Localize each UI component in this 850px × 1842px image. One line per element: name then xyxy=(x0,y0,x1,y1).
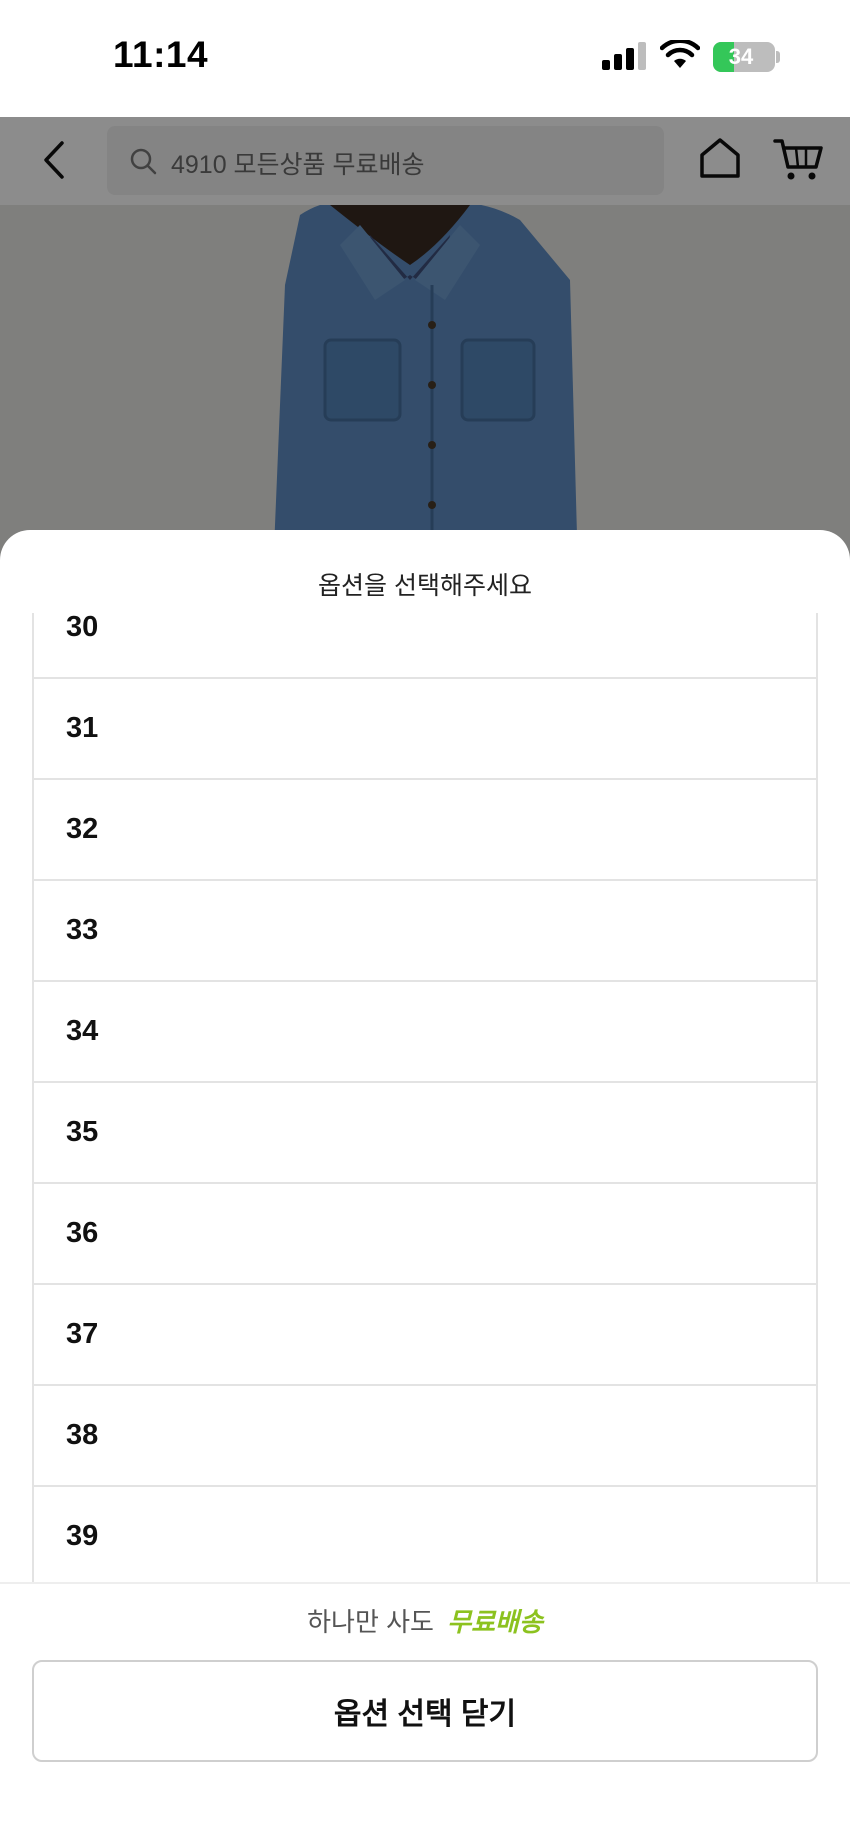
option-row[interactable]: 33 xyxy=(34,881,816,982)
option-row[interactable]: 39 xyxy=(34,1487,816,1588)
free-shipping-highlight: 무료배송 xyxy=(447,1607,543,1637)
option-label: 36 xyxy=(66,1217,99,1249)
option-row[interactable]: 36 xyxy=(34,1184,816,1285)
option-label: 34 xyxy=(66,1015,99,1047)
option-label: 38 xyxy=(66,1419,99,1451)
status-time: 11:14 xyxy=(113,34,209,75)
option-label: 39 xyxy=(66,1520,99,1552)
option-row[interactable]: 31 xyxy=(34,679,816,780)
promo-text: 하나만 사도 xyxy=(307,1607,434,1637)
option-row[interactable]: 37 xyxy=(34,1285,816,1386)
option-row[interactable]: 35 xyxy=(34,1083,816,1184)
sheet-footer: 하나만 사도 무료배송 옵션 선택 닫기 xyxy=(0,1582,850,1842)
battery-tip xyxy=(776,51,780,63)
close-options-button[interactable]: 옵션 선택 닫기 xyxy=(32,1660,818,1762)
cellular-signal-icon xyxy=(602,42,646,70)
option-label: 33 xyxy=(66,914,99,946)
option-row[interactable]: 34 xyxy=(34,982,816,1083)
options-list[interactable]: 30 31 32 33 34 35 36 37 38 39 xyxy=(32,613,818,1613)
option-row[interactable]: 38 xyxy=(34,1386,816,1487)
battery-charging-icon: 34 xyxy=(713,42,775,72)
option-label: 31 xyxy=(66,712,99,744)
sheet-title: 옵션을 선택해주세요 xyxy=(318,572,532,600)
option-row[interactable]: 30 xyxy=(34,613,816,679)
status-bar: 11:14 34 xyxy=(0,0,850,117)
option-label: 32 xyxy=(66,813,99,845)
option-select-sheet: 옵션을 선택해주세요 30 31 32 33 34 35 36 37 38 39 xyxy=(0,530,850,1842)
wifi-icon xyxy=(660,40,700,68)
option-label: 35 xyxy=(66,1116,99,1148)
option-label: 30 xyxy=(66,613,99,643)
option-row[interactable]: 32 xyxy=(34,780,816,881)
battery-percent: 34 xyxy=(728,44,754,69)
free-shipping-promo: 하나만 사도 무료배송 xyxy=(0,1602,850,1639)
option-label: 37 xyxy=(66,1318,99,1350)
